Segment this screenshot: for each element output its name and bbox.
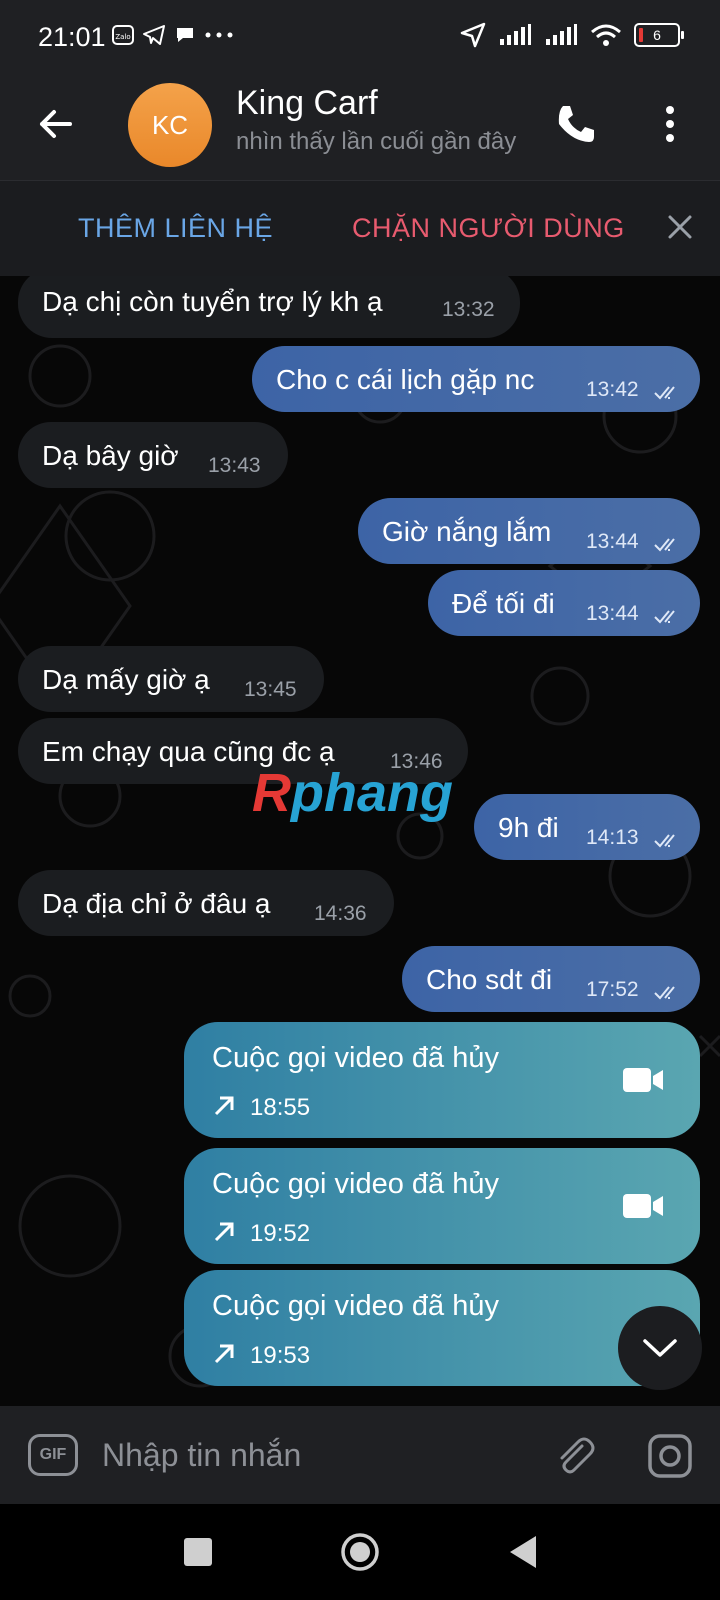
message-time: 13:45 [244, 678, 297, 701]
more-dots-icon [205, 32, 233, 38]
chat-header: KC King Carf nhìn thấy lần cuối gần đây [0, 78, 720, 180]
status-time: 21:01 [38, 22, 106, 52]
video-camera-icon[interactable] [622, 1066, 664, 1094]
telegram-icon [143, 25, 165, 45]
message-time: 13:42 [586, 378, 639, 401]
scroll-to-bottom-button[interactable] [618, 1306, 702, 1390]
avatar-initials: KC [151, 109, 189, 140]
battery-level: 6 [653, 27, 661, 43]
message-time: 17:52 [586, 978, 639, 1001]
contact-name[interactable]: King Carf [236, 84, 378, 123]
back-arrow-icon[interactable] [36, 104, 76, 144]
signal-icon [546, 24, 577, 45]
close-icon[interactable] [664, 211, 696, 243]
message-time: 13:44 [586, 602, 639, 625]
read-checkmarks-icon [654, 834, 675, 848]
call-title: Cuộc gọi video đã hủy [212, 1290, 499, 1322]
system-navigation-bar [0, 1504, 720, 1600]
back-button[interactable] [506, 1532, 540, 1572]
contact-action-bar: THÊM LIÊN HỆ CHẶN NGƯỜI DÙNG [0, 180, 720, 277]
read-checkmarks-icon [654, 538, 675, 552]
message-bubble-outgoing[interactable]: 9h đi 14:13 [474, 794, 700, 860]
call-title: Cuộc gọi video đã hủy [212, 1042, 499, 1074]
wifi-icon [591, 24, 621, 46]
message-list[interactable]: Dạ chị còn tuyển trợ lý kh ạ 13:32 Cho c… [0, 276, 720, 1406]
camera-icon[interactable] [646, 1432, 694, 1480]
battery-low-indicator [639, 28, 643, 42]
call-title: Cuộc gọi video đã hủy [212, 1168, 499, 1200]
notification-icons: Zalo [112, 24, 234, 46]
phone-icon[interactable] [554, 102, 598, 146]
message-text: Để tối đi [452, 588, 555, 619]
add-contact-button[interactable]: THÊM LIÊN HỆ [78, 213, 273, 244]
read-checkmarks-icon [654, 386, 675, 400]
message-time: 13:32 [442, 298, 495, 321]
video-camera-icon[interactable] [622, 1192, 664, 1220]
message-time: 14:13 [586, 826, 639, 849]
message-bubble-outgoing[interactable]: Giờ nắng lắm 13:44 [358, 498, 700, 564]
message-bubble-outgoing[interactable]: Cho sdt đi 17:52 [402, 946, 700, 1012]
zalo-icon: Zalo [112, 25, 134, 45]
read-checkmarks-icon [654, 610, 675, 624]
message-text: Cho sdt đi [426, 964, 553, 995]
outgoing-call-arrow-icon [214, 1096, 234, 1116]
message-time: 13:44 [586, 530, 639, 553]
message-text: Cho c cái lịch gặp nc [276, 364, 535, 395]
message-text: Dạ địa chỉ ở đâu ạ [42, 888, 271, 919]
message-bubble-incoming[interactable]: Dạ chị còn tuyển trợ lý kh ạ 13:32 [18, 276, 520, 338]
svg-text:Zalo: Zalo [115, 33, 130, 41]
status-bar: 21:01 Zalo 6 [0, 0, 720, 78]
watermark-rest: phang [291, 763, 453, 823]
message-time: 14:36 [314, 902, 367, 925]
outgoing-call-arrow-icon [214, 1344, 234, 1364]
message-text: Dạ bây giờ [42, 440, 179, 471]
recent-apps-button[interactable] [184, 1538, 212, 1566]
message-bubble-outgoing[interactable]: Cho c cái lịch gặp nc 13:42 [252, 346, 700, 412]
message-composer: GIF [0, 1406, 720, 1504]
message-text: Giờ nắng lắm [382, 516, 552, 547]
avatar[interactable]: KC [128, 83, 212, 167]
battery-icon: 6 [634, 23, 684, 47]
message-text: 9h đi [498, 812, 559, 843]
call-time: 19:52 [250, 1220, 311, 1247]
message-bubble-incoming[interactable]: Dạ bây giờ 13:43 [18, 422, 288, 488]
message-text: Dạ chị còn tuyển trợ lý kh ạ [42, 286, 383, 317]
call-bubble[interactable]: Cuộc gọi video đã hủy 18:55 [184, 1022, 700, 1138]
chevron-down-icon [643, 1339, 677, 1357]
call-time: 18:55 [250, 1094, 311, 1121]
read-checkmarks-icon [654, 986, 675, 1000]
call-time: 19:53 [250, 1342, 311, 1369]
last-seen-status: nhìn thấy lần cuối gần đây [236, 128, 517, 155]
signal-icon [500, 24, 531, 45]
more-options-icon[interactable] [658, 102, 682, 146]
watermark-first-letter: R [252, 763, 291, 823]
block-user-button[interactable]: CHẶN NGƯỜI DÙNG [352, 213, 625, 244]
system-icons: 6 [460, 22, 684, 48]
call-bubble[interactable]: Cuộc gọi video đã hủy 19:52 [184, 1148, 700, 1264]
home-button[interactable] [340, 1532, 380, 1572]
paperclip-icon[interactable] [552, 1434, 596, 1478]
message-input[interactable] [100, 1426, 524, 1484]
message-bubble-incoming[interactable]: Dạ mấy giờ ạ 13:45 [18, 646, 324, 712]
outgoing-call-arrow-icon [214, 1222, 234, 1242]
message-bubble-incoming[interactable]: Dạ địa chỉ ở đâu ạ 14:36 [18, 870, 394, 936]
location-icon [460, 22, 486, 48]
watermark-logo: Rphang [252, 762, 453, 824]
message-time: 13:43 [208, 454, 261, 477]
message-text: Dạ mấy giờ ạ [42, 664, 210, 695]
chat-icon [177, 28, 193, 42]
message-bubble-outgoing[interactable]: Để tối đi 13:44 [428, 570, 700, 636]
gif-button[interactable]: GIF [28, 1434, 78, 1476]
